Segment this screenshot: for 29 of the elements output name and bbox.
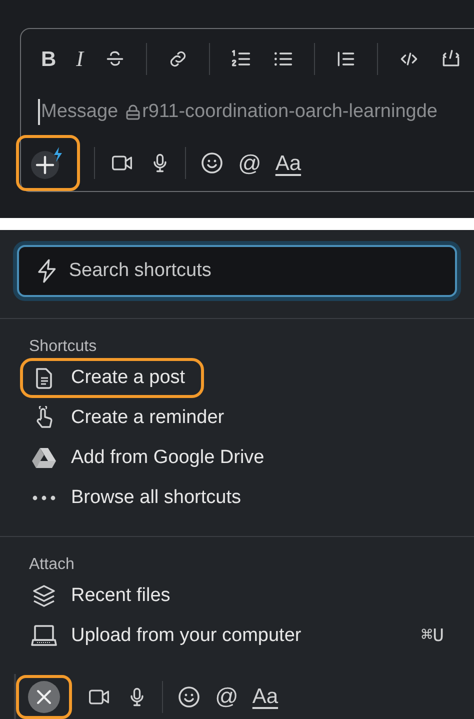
close-button[interactable]: [16, 674, 72, 718]
document-icon: [33, 366, 55, 390]
more-icon: [32, 495, 56, 501]
section-heading: Shortcuts: [28, 337, 98, 357]
smiley-icon[interactable]: [177, 684, 201, 708]
laptop-icon: [31, 624, 57, 648]
bold-button[interactable]: B: [41, 48, 56, 70]
formatting-button[interactable]: Aa: [275, 152, 302, 174]
menu-item[interactable]: Browse all shortcuts: [20, 478, 260, 518]
menu-item[interactable]: Upload from your computer: [20, 616, 320, 656]
menu-item[interactable]: Add from Google Drive: [20, 438, 284, 478]
menu-item[interactable]: Create a reminder: [20, 398, 244, 438]
mention-button[interactable]: @: [238, 152, 262, 174]
drive-icon: [32, 447, 56, 469]
close-icon: [27, 680, 61, 714]
formatting-button[interactable]: Aa: [252, 686, 278, 707]
layers-icon: [32, 584, 56, 608]
placeholder-text: Message: [41, 100, 118, 124]
menu-item[interactable]: Recent files: [20, 576, 190, 616]
channel-name: r911-coordination-oarch-learningde: [142, 100, 438, 124]
message-input[interactable]: Message r911-coordination-oarch-learningde: [38, 99, 438, 125]
menu-item[interactable]: Create a post: [20, 358, 204, 398]
search-input[interactable]: Search shortcuts: [68, 256, 439, 286]
smiley-icon[interactable]: [200, 151, 224, 175]
mention-button[interactable]: @: [215, 685, 238, 708]
italic-button[interactable]: I: [76, 48, 84, 70]
shortcuts-button[interactable]: [16, 135, 80, 191]
keyboard-shortcut: ⌘U: [421, 624, 444, 649]
section-heading: Attach: [28, 555, 76, 575]
